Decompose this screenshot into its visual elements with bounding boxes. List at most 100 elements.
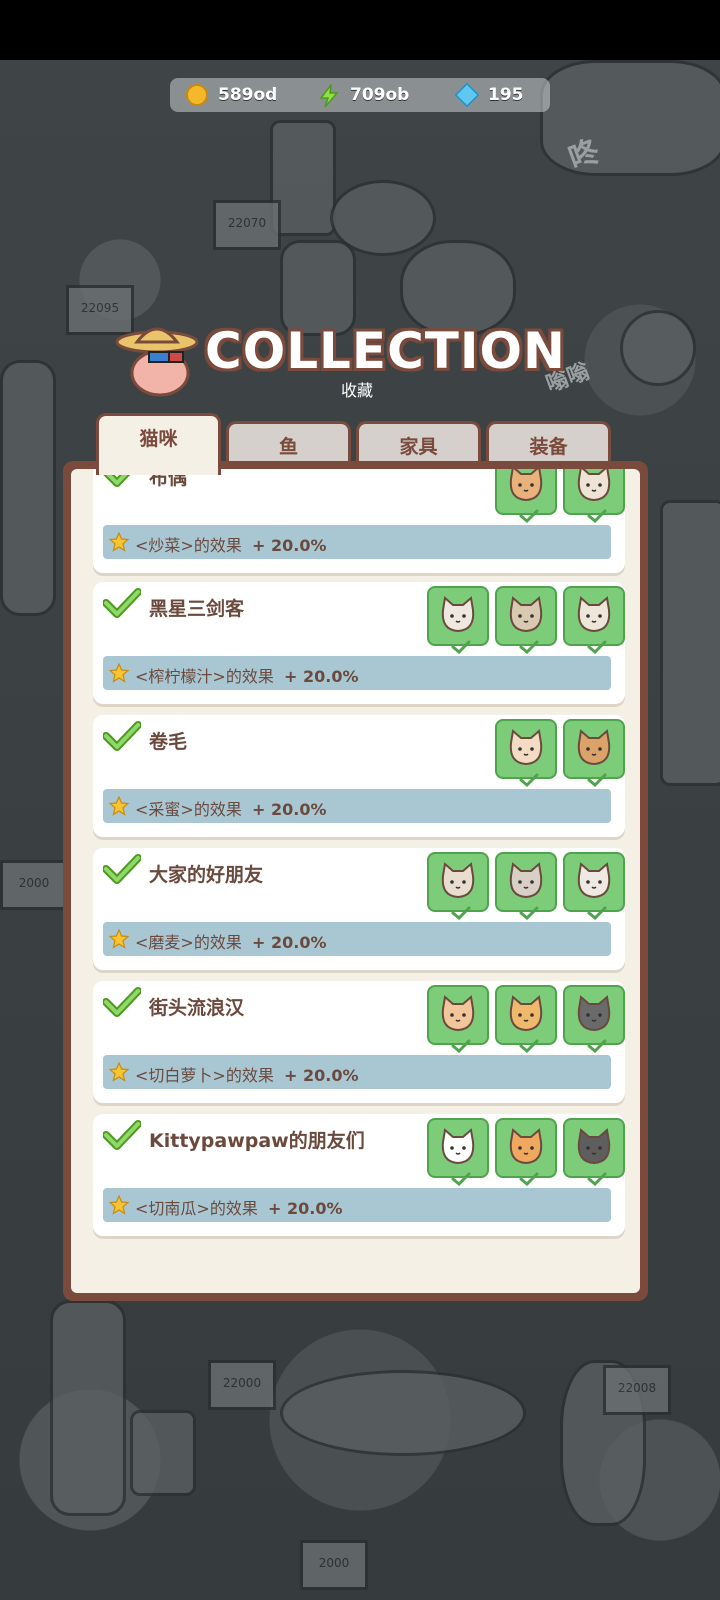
resource-bar: 589od 709ob 195 [170,78,550,112]
level-sign: 22008 [603,1365,671,1415]
cat-face-icon [577,995,611,1032]
star-icon [109,1195,129,1215]
cat-portrait[interactable] [495,852,557,920]
checkmark-icon [102,721,142,751]
cat-portrait[interactable] [563,586,625,654]
bonus-text: <采蜜>的效果 + 20.0% [135,796,327,820]
collection-card[interactable]: 卷毛 <采蜜>的效果 + 20.0% [93,715,625,837]
mascot-cat-icon [115,318,205,398]
cat-face-icon [509,729,543,766]
cat-icons [427,1118,625,1186]
bonus-bar: <榨柠檬汁>的效果 + 20.0% [103,656,611,690]
bonus-dish: <榨柠檬汁> [135,667,226,686]
cat-portrait[interactable] [563,469,625,523]
collection-panel: 布偶 <炒菜>的效果 + 20.0% 黑星三剑客 <榨柠檬汁>的效果 + 20.0% 卷… [63,461,648,1301]
check-small-icon [519,509,539,523]
check-small-icon [587,509,607,523]
level-sign: 2000 [0,860,68,910]
cat-portrait[interactable] [495,719,557,787]
check-small-icon [587,906,607,920]
cat-portrait[interactable] [495,1118,557,1186]
cat-face-icon [577,1128,611,1165]
check-small-icon [451,640,471,654]
checkmark-icon [102,987,142,1017]
collection-name: Kittypawpaw的朋友们 [149,1130,365,1152]
cat-icons [427,985,625,1053]
cat-face-icon [577,469,611,502]
gem-counter[interactable]: 195 [454,78,524,112]
cat-portrait[interactable] [495,469,557,523]
energy-counter[interactable]: 709ob [318,78,409,112]
gem-icon [454,82,480,108]
bonus-text: <炒菜>的效果 + 20.0% [135,532,327,556]
cat-portrait[interactable] [427,985,489,1053]
cat-face-icon [509,1128,543,1165]
status-bar [0,0,720,60]
cat-icons [427,586,625,654]
bonus-bar: <磨麦>的效果 + 20.0% [103,922,611,956]
check-small-icon [519,906,539,920]
bonus-text: <切白萝卜>的效果 + 20.0% [135,1062,359,1086]
cat-portrait[interactable] [427,1118,489,1186]
cat-portrait[interactable] [563,1118,625,1186]
cat-icons [427,852,625,920]
cat-portrait[interactable] [563,852,625,920]
star-icon [109,1062,129,1082]
cat-portrait[interactable] [563,719,625,787]
cat-face-icon [577,596,611,633]
bonus-value: + 20.0% [252,800,327,819]
check-small-icon [587,640,607,654]
cat-face-icon [441,1128,475,1165]
cat-portrait[interactable] [563,985,625,1053]
star-icon [109,663,129,683]
cat-face-icon [577,729,611,766]
energy-value: 709ob [350,85,410,105]
bonus-bar: <切白萝卜>的效果 + 20.0% [103,1055,611,1089]
collection-name: 黑星三剑客 [149,598,245,620]
energy-icon [318,82,340,108]
bonus-label: 的效果 [193,800,242,819]
checkmark-icon [102,588,142,618]
check-small-icon [519,773,539,787]
cat-icons [495,469,625,523]
cat-face-icon [441,596,475,633]
check-small-icon [451,1172,471,1186]
bonus-label: 的效果 [209,1199,258,1218]
bonus-dish: <采蜜> [135,800,194,819]
coin-counter[interactable]: 589od [186,78,277,112]
bonus-bar: <采蜜>的效果 + 20.0% [103,789,611,823]
collection-name: 大家的好朋友 [149,864,264,886]
bonus-dish: <切南瓜> [135,1199,210,1218]
coin-value: 589od [218,85,278,105]
bonus-dish: <切白萝卜> [135,1066,226,1085]
coin-icon [186,84,208,106]
bonus-value: + 20.0% [284,1066,359,1085]
bonus-text: <磨麦>的效果 + 20.0% [135,929,327,953]
bonus-label: 的效果 [193,536,242,555]
collection-card[interactable]: 黑星三剑客 <榨柠檬汁>的效果 + 20.0% [93,582,625,704]
cat-portrait[interactable] [427,852,489,920]
collection-card[interactable]: 街头流浪汉 <切白萝卜>的效果 + 20.0% [93,981,625,1103]
check-small-icon [587,1039,607,1053]
tab-cats[interactable]: 猫咪 [96,413,221,475]
collection-name: 卷毛 [149,731,188,753]
cat-portrait[interactable] [427,586,489,654]
check-small-icon [519,1172,539,1186]
cat-face-icon [577,862,611,899]
cat-portrait[interactable] [495,985,557,1053]
page-title: COLLECTION [205,322,566,380]
collection-card[interactable]: 大家的好朋友 <磨麦>的效果 + 20.0% [93,848,625,970]
cat-portrait[interactable] [495,586,557,654]
cat-icons [495,719,625,787]
level-sign: 22000 [208,1360,276,1410]
cat-face-icon [509,995,543,1032]
bonus-value: + 20.0% [268,1199,343,1218]
bonus-dish: <炒菜> [135,536,194,555]
bonus-bar: <炒菜>的效果 + 20.0% [103,525,611,559]
check-small-icon [451,1039,471,1053]
checkmark-icon [102,1120,142,1150]
collection-card[interactable]: Kittypawpaw的朋友们 <切南瓜>的效果 + 20.0% [93,1114,625,1236]
cat-face-icon [509,469,543,502]
collection-card[interactable]: 布偶 <炒菜>的效果 + 20.0% [93,469,625,573]
bonus-value: + 20.0% [252,536,327,555]
